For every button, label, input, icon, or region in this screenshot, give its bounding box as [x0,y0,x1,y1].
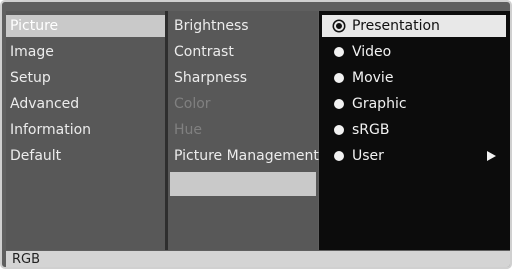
menu-item-image[interactable]: Image [10,41,54,63]
option-movie[interactable]: Movie [322,67,506,89]
main-menu: Picture Image Setup Advanced Information… [6,11,165,250]
menu-item-advanced[interactable]: Advanced [10,93,79,115]
submenu-highlight-bar [170,172,316,196]
input-source-label: RGB [12,252,41,267]
sub-menu: Brightness Contrast Sharpness Color Hue … [168,11,319,250]
option-srgb[interactable]: sRGB [322,119,506,141]
radio-dot-icon [334,47,344,57]
submenu-item-picture-management[interactable]: Picture Management [174,145,319,167]
submenu-item-sharpness[interactable]: Sharpness [174,67,247,89]
option-label: Graphic [352,96,407,112]
menu-item-picture[interactable]: Picture [6,15,165,37]
option-video[interactable]: Video [322,41,506,63]
option-graphic[interactable]: Graphic [322,93,506,115]
submenu-item-color: Color [174,96,211,112]
option-label: User [352,148,384,164]
menu-item-default[interactable]: Default [10,145,61,167]
menu-item-setup[interactable]: Setup [10,67,51,89]
option-label: Presentation [352,18,440,34]
option-label: sRGB [352,122,390,138]
submenu-arrow-icon [487,151,496,161]
radio-selected-icon [334,21,344,31]
options-panel: Presentation Video Movie Graphic sRGB Us… [319,11,510,250]
menu-item-information[interactable]: Information [10,119,91,141]
radio-dot-icon [334,151,344,161]
option-label: Video [352,44,392,60]
option-label: Movie [352,70,394,86]
submenu-item-hue: Hue [174,122,203,138]
option-user[interactable]: User [322,145,506,167]
option-presentation[interactable]: Presentation [322,15,506,37]
radio-dot-icon [334,125,344,135]
status-bar: RGB [6,251,510,267]
radio-dot-icon [334,73,344,83]
submenu-item-brightness[interactable]: Brightness [174,15,249,37]
projector-osd-menu: Picture Image Setup Advanced Information… [0,0,512,269]
submenu-item-contrast[interactable]: Contrast [174,41,234,63]
radio-dot-icon [334,99,344,109]
